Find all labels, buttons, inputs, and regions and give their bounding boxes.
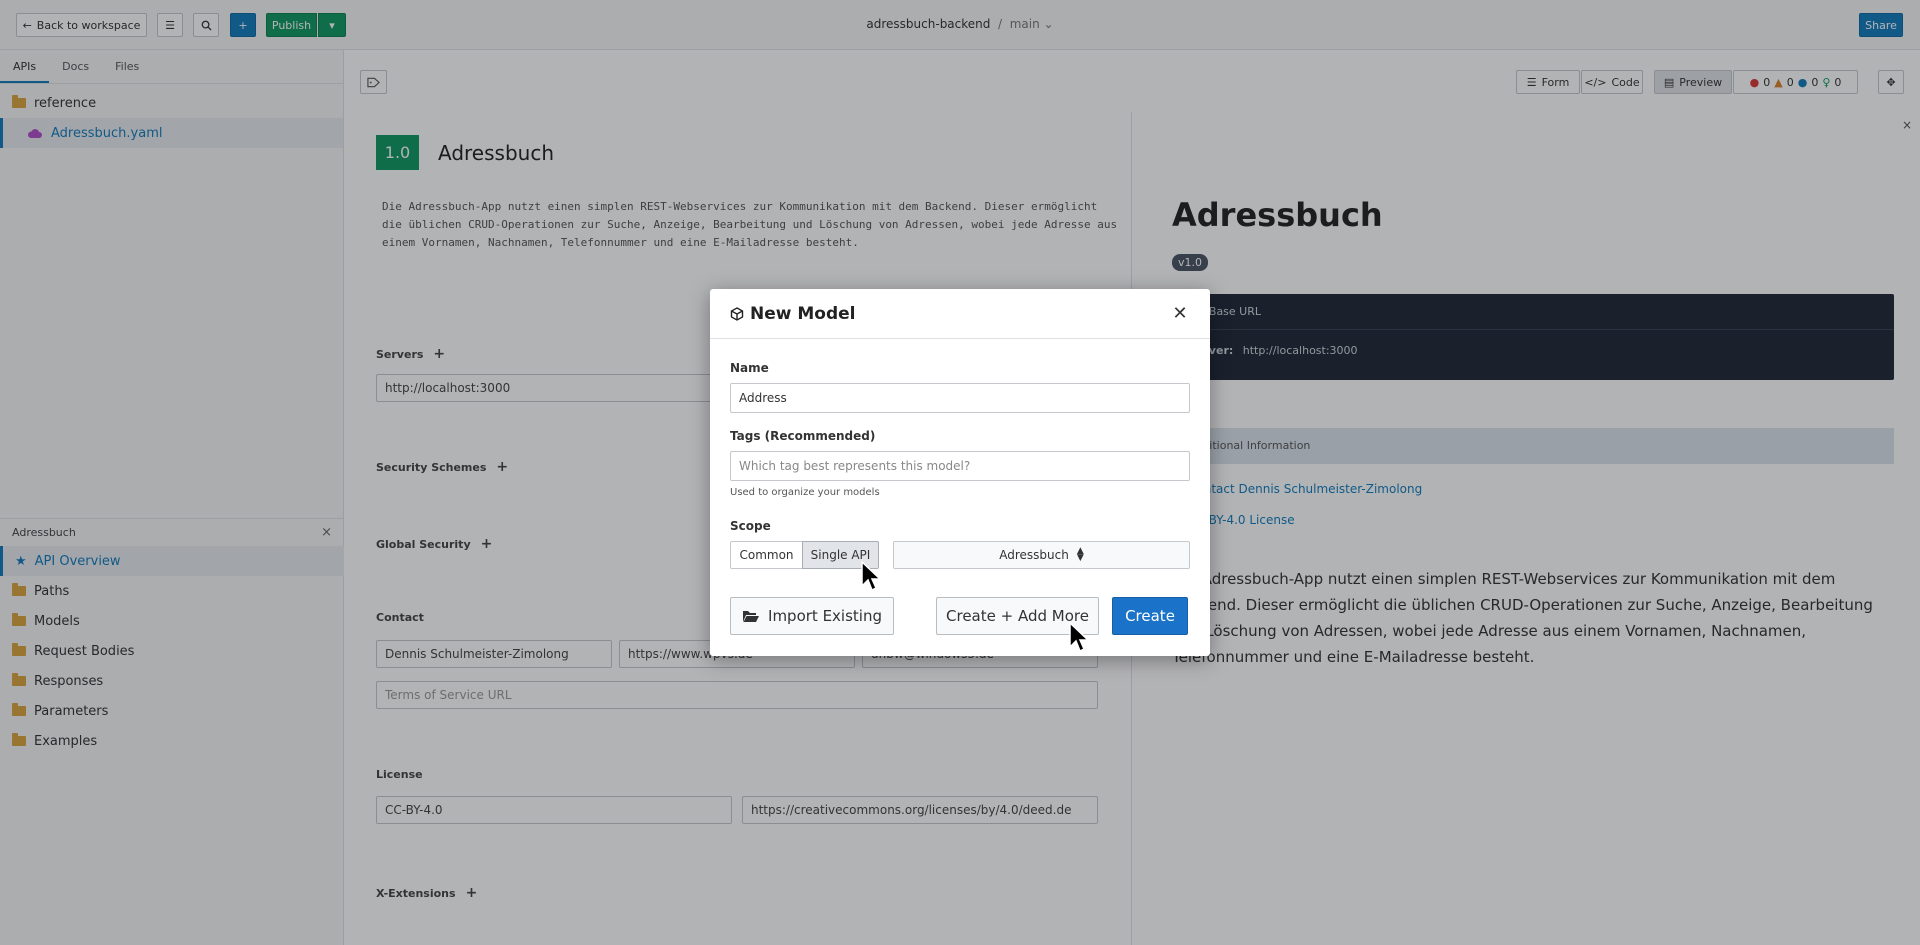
api-select[interactable]: Adressbuch ▲ ▼ [893, 541, 1190, 569]
double-caret-icon: ▲ ▼ [1076, 546, 1084, 563]
new-model-dialog: New Model ✕ Name Address Tags (Recommend… [710, 289, 1210, 656]
tags-label: Tags (Recommended) [730, 429, 876, 443]
scope-common-button[interactable]: Common [730, 541, 803, 569]
mouse-cursor-icon [1069, 622, 1090, 653]
create-button[interactable]: Create [1112, 597, 1188, 635]
dialog-title: New Model [750, 303, 856, 324]
name-label: Name [730, 361, 769, 375]
scope-label: Scope [730, 519, 771, 533]
name-input[interactable]: Address [730, 383, 1190, 413]
dialog-title-wrap: New Model [730, 304, 856, 324]
cube-icon [730, 306, 744, 321]
close-dialog-icon[interactable]: ✕ [1170, 303, 1190, 324]
tags-input[interactable]: Which tag best represents this model? [730, 451, 1190, 481]
import-label: Import Existing [768, 607, 882, 625]
folder-open-icon [743, 611, 760, 622]
tags-hint: Used to organize your models [730, 487, 880, 498]
mouse-cursor-icon [861, 561, 882, 592]
dialog-header: New Model ✕ [710, 289, 1210, 339]
create-label: Create [1125, 607, 1175, 625]
import-existing-button[interactable]: Import Existing [730, 597, 894, 635]
create-add-more-label: Create + Add More [946, 607, 1089, 625]
api-select-value: Adressbuch [999, 548, 1069, 562]
